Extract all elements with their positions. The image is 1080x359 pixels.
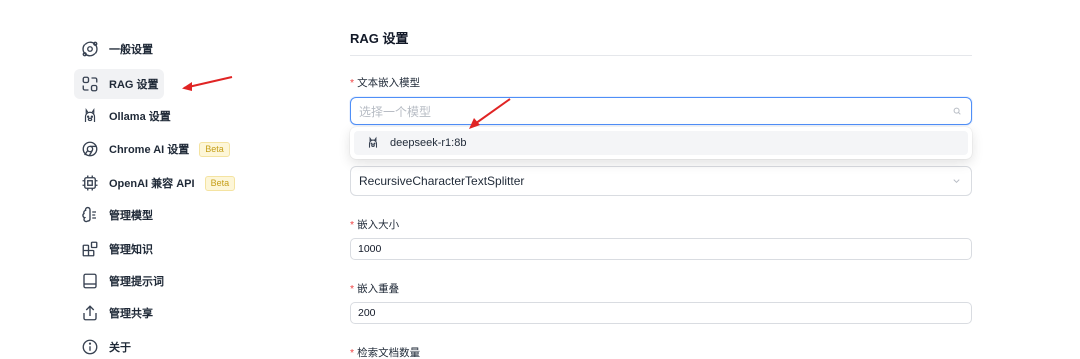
orbit-icon [81,40,99,58]
sidebar-item-chrome-ai[interactable]: Chrome AI 设置 Beta [74,134,234,164]
sidebar-item-manage-sharing[interactable]: 管理共享 [74,298,214,328]
sidebar-item-label: 管理模型 [109,210,153,222]
model-option-label: deepseek-r1:8b [390,137,467,149]
required-marker: * [350,283,355,295]
chevron-down-icon [951,176,962,187]
sidebar-item-openai-api[interactable]: OpenAI 兼容 API Beta [74,168,236,198]
beta-badge: Beta [204,175,236,191]
llama-icon [366,136,380,150]
sidebar-item-label: OpenAI 兼容 API [109,178,195,190]
page-title: RAG 设置 [350,31,409,46]
chunk-size-label: * 嵌入大小 [350,219,400,231]
cpu-icon [81,174,99,192]
sidebar-item-label: Ollama 设置 [109,111,171,123]
chunk-size-input[interactable]: 1000 [350,238,972,260]
beta-badge: Beta [199,141,230,157]
divider [350,55,972,56]
sidebar-item-manage-knowledge[interactable]: 管理知识 [74,234,214,264]
embedding-model-placeholder: 选择一个模型 [359,104,432,119]
required-marker: * [350,347,355,359]
share-icon [81,304,99,322]
text-splitter-value: RecursiveCharacterTextSplitter [359,174,525,188]
blocks-icon [81,240,99,258]
embedding-model-select[interactable]: 选择一个模型 [350,97,972,125]
sidebar-item-general[interactable]: 一般设置 [74,34,214,64]
text-splitter-select[interactable]: RecursiveCharacterTextSplitter [350,166,972,196]
chrome-icon [81,140,99,158]
sidebar-item-manage-prompts[interactable]: 管理提示词 [74,266,214,296]
llama-icon [81,107,99,125]
sidebar-item-label: 关于 [109,342,131,354]
settings-sidebar: 一般设置 RAG 设置 Ollama 设置 Chrome AI 设置 Beta … [74,0,264,359]
info-icon [81,338,99,356]
sidebar-item-ollama[interactable]: Ollama 设置 [74,101,214,131]
sidebar-item-label: Chrome AI 设置 [109,144,190,156]
sidebar-item-label: 一般设置 [109,44,153,56]
sidebar-item-manage-models[interactable]: 管理模型 [74,200,214,230]
chunk-overlap-label: * 嵌入重叠 [350,283,400,295]
required-marker: * [350,219,355,231]
required-marker: * [350,77,355,89]
sidebar-item-label: 管理知识 [109,244,153,256]
doc-count-label: * 检索文档数量 [350,347,421,359]
rag-icon [81,75,99,93]
brain-icon [81,206,99,224]
sidebar-item-rag[interactable]: RAG 设置 [74,69,164,99]
embedding-model-dropdown: deepseek-r1:8b [350,127,972,159]
chunk-overlap-input[interactable]: 200 [350,302,972,324]
sidebar-item-about[interactable]: 关于 [74,332,214,359]
rag-settings-panel: RAG 设置 * 文本嵌入模型 选择一个模型 RecursiveCharacter… [350,0,972,359]
model-option[interactable]: deepseek-r1:8b [354,131,968,155]
sidebar-item-label: 管理共享 [109,308,153,320]
sidebar-item-label: 管理提示词 [109,276,164,288]
sidebar-item-label: RAG 设置 [109,79,159,91]
book-icon [81,272,99,290]
search-icon [952,106,962,116]
embedding-model-label: * 文本嵌入模型 [350,77,421,89]
